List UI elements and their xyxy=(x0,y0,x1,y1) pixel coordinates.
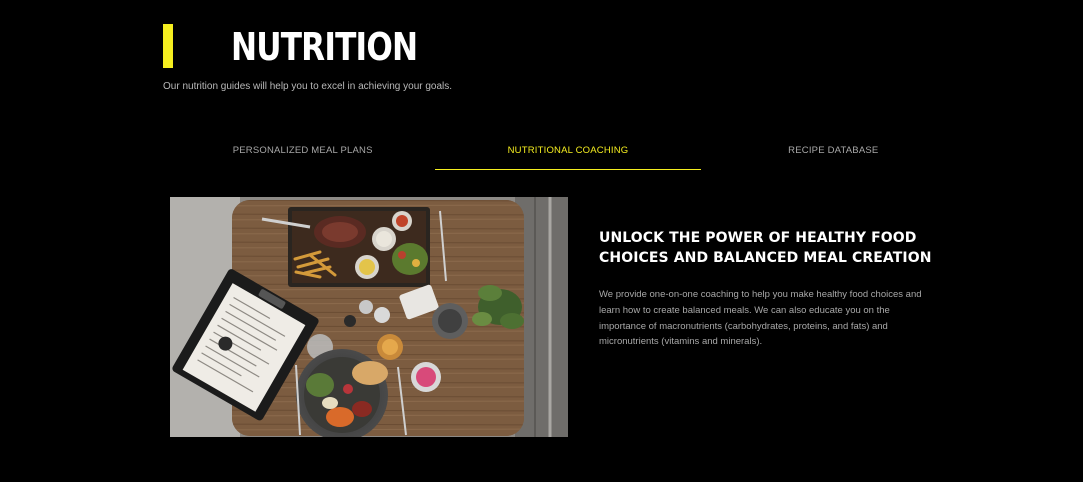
tab-nutritional-coaching[interactable]: NUTRITIONAL COACHING xyxy=(435,131,701,170)
coaching-heading: UNLOCK THE POWER OF HEALTHY FOOD CHOICES… xyxy=(599,230,932,266)
title-accent-bar xyxy=(163,24,173,68)
nutrition-tabs: PERSONALIZED MEAL PLANS NUTRITIONAL COAC… xyxy=(170,131,966,171)
tab-recipe-database[interactable]: RECIPE DATABASE xyxy=(701,131,966,169)
tab-personalized-meal-plans[interactable]: PERSONALIZED MEAL PLANS xyxy=(170,131,435,169)
meal-table-photo xyxy=(170,197,568,437)
coaching-description: We provide one-on-one coaching to help y… xyxy=(599,289,922,348)
meal-table-illustration xyxy=(170,197,568,437)
page-title: NUTRITION xyxy=(231,25,418,69)
page-subtitle: Our nutrition guides will help you to ex… xyxy=(163,81,453,92)
